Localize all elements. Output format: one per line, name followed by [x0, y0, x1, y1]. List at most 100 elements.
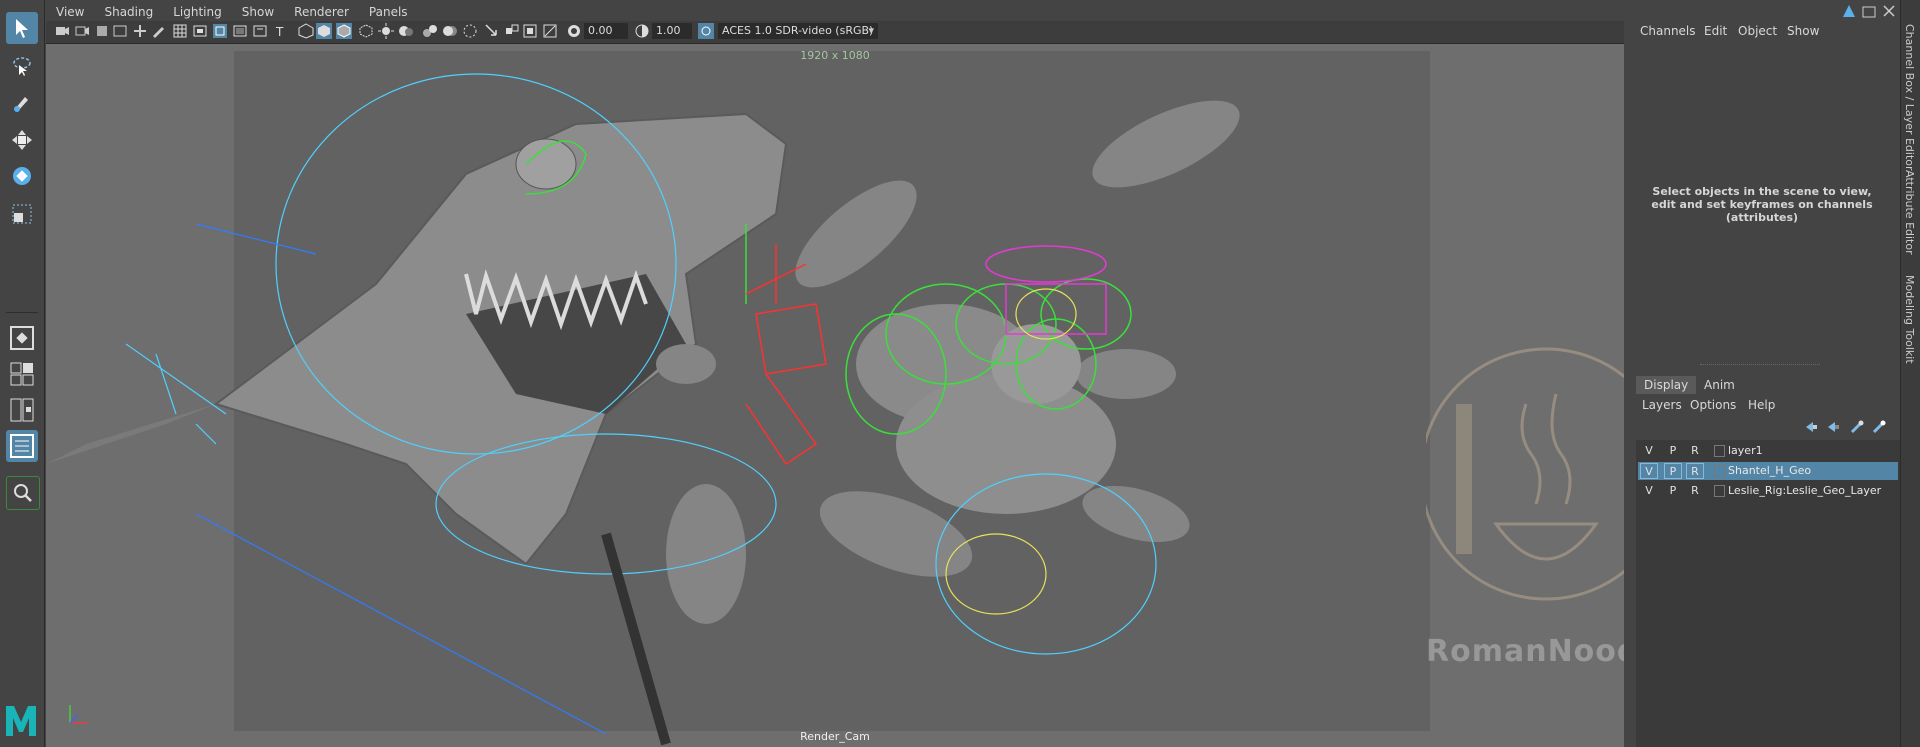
playback-toggle[interactable]: P	[1664, 463, 1682, 479]
grease-pencil-icon[interactable]	[150, 23, 166, 39]
close-icon[interactable]	[1882, 4, 1896, 18]
menu-view[interactable]: View	[46, 5, 94, 19]
motion-blur-icon[interactable]	[442, 23, 458, 39]
playback-toggle[interactable]: P	[1664, 483, 1682, 499]
scene-render	[46, 73, 1240, 746]
reference-toggle[interactable]: R	[1686, 463, 1704, 479]
lights-icon[interactable]	[378, 23, 394, 39]
single-pane-icon[interactable]	[6, 322, 38, 354]
lasso-tool-icon[interactable]	[6, 50, 38, 82]
color-management-icon[interactable]	[698, 23, 714, 39]
wireframe-on-shaded-icon[interactable]	[336, 23, 352, 39]
layer-color-swatch[interactable]	[1714, 485, 1725, 497]
side-tab-strip: Channel Box / Layer Editor Attribute Edi…	[1900, 0, 1920, 747]
toolbox	[0, 0, 45, 747]
channels-menu[interactable]: Channels	[1640, 24, 1696, 38]
anti-aliasing-icon[interactable]	[462, 23, 478, 39]
layer-color-swatch[interactable]	[1714, 445, 1725, 457]
spear-shaft	[601, 532, 671, 746]
camera-attributes-icon[interactable]	[74, 23, 90, 39]
four-pane-icon[interactable]	[6, 358, 38, 390]
tab-anim[interactable]: Anim	[1696, 376, 1743, 394]
layers-menu[interactable]: Layers	[1642, 398, 1682, 412]
menu-lighting[interactable]: Lighting	[163, 5, 232, 19]
float-panel-icon[interactable]	[1862, 4, 1876, 18]
splitter-handle[interactable]	[1700, 364, 1820, 365]
fish-6	[1082, 485, 1190, 543]
bookmark-icon[interactable]	[94, 23, 110, 39]
camera-select-icon[interactable]	[54, 23, 70, 39]
watermark-logo	[1426, 347, 1624, 601]
xray-icon[interactable]	[522, 23, 538, 39]
tab-channel-box-layer-editor[interactable]: Channel Box / Layer Editor	[1903, 24, 1916, 171]
2d-pan-zoom-icon[interactable]	[132, 23, 148, 39]
film-gate-icon[interactable]	[192, 23, 208, 39]
depth-of-field-icon[interactable]	[484, 23, 500, 39]
visibility-toggle[interactable]: V	[1640, 443, 1658, 459]
safe-action-icon[interactable]: T	[274, 23, 290, 39]
fish-7	[656, 344, 716, 384]
fish-3	[666, 484, 746, 624]
layout-icon[interactable]	[1842, 4, 1856, 18]
resolution-gate-icon[interactable]	[212, 23, 228, 39]
tab-display[interactable]: Display	[1636, 376, 1697, 394]
move-layer-down-icon[interactable]	[1826, 420, 1840, 434]
viewport-toolbar: T 0.00 1.00 ACES 1.0 SDR-video (sRGB) ▾	[46, 21, 1624, 44]
rotate-tool-icon[interactable]	[6, 160, 38, 192]
shadows-icon[interactable]	[398, 23, 414, 39]
isolate-select-icon[interactable]	[504, 23, 520, 39]
smooth-shade-icon[interactable]	[316, 23, 332, 39]
color-space-value: ACES 1.0 SDR-video (sRGB)	[722, 24, 874, 37]
menu-show[interactable]: Show	[232, 5, 284, 19]
show-menu[interactable]: Show	[1787, 24, 1819, 38]
axis-gizmo	[69, 705, 88, 724]
layer-color-swatch[interactable]	[1714, 465, 1725, 477]
tab-attribute-editor[interactable]: Attribute Editor	[1903, 170, 1916, 255]
object-menu[interactable]: Object	[1738, 24, 1777, 38]
menu-panels[interactable]: Panels	[359, 5, 418, 19]
shark-eye	[515, 138, 577, 190]
textured-icon[interactable]	[358, 23, 374, 39]
chevron-down-icon: ▾	[868, 24, 874, 37]
xray-joints-icon[interactable]	[542, 23, 558, 39]
paint-select-icon[interactable]	[6, 86, 38, 118]
menu-renderer[interactable]: Renderer	[284, 5, 359, 19]
help-menu[interactable]: Help	[1748, 398, 1775, 412]
gamma-field[interactable]: 1.00	[652, 23, 692, 39]
layer-row[interactable]: V P R layer1	[1638, 442, 1898, 460]
visibility-toggle[interactable]: V	[1640, 483, 1658, 499]
layer-row[interactable]: V P R Shantel_H_Geo	[1638, 462, 1898, 480]
color-space-dropdown[interactable]: ACES 1.0 SDR-video (sRGB) ▾	[718, 23, 878, 39]
exposure-icon[interactable]	[566, 23, 582, 39]
layer-row[interactable]: V P R Leslie_Rig:Leslie_Geo_Layer	[1638, 482, 1898, 500]
wireframe-icon[interactable]	[298, 23, 314, 39]
menu-shading[interactable]: Shading	[94, 5, 163, 19]
edit-menu[interactable]: Edit	[1704, 24, 1727, 38]
reference-toggle[interactable]: R	[1686, 443, 1704, 459]
move-tool-icon[interactable]	[6, 124, 38, 156]
playback-toggle[interactable]: P	[1664, 443, 1682, 459]
new-layer-selected-icon[interactable]	[1872, 420, 1886, 434]
two-pane-icon[interactable]	[6, 394, 38, 426]
options-menu[interactable]: Options	[1690, 398, 1736, 412]
tab-modeling-toolkit[interactable]: Modeling Toolkit	[1903, 275, 1916, 364]
search-icon[interactable]	[6, 476, 40, 510]
image-plane-icon[interactable]	[112, 23, 128, 39]
scale-tool-icon[interactable]	[6, 198, 38, 230]
field-chart-icon[interactable]	[252, 23, 268, 39]
layer-name: layer1	[1728, 444, 1763, 457]
new-empty-layer-icon[interactable]	[1850, 420, 1864, 434]
grid-icon[interactable]	[172, 23, 188, 39]
exposure-field[interactable]: 0.00	[584, 23, 628, 39]
reference-toggle[interactable]: R	[1686, 483, 1704, 499]
select-tool-icon[interactable]	[6, 12, 38, 44]
layer-name: Shantel_H_Geo	[1728, 464, 1812, 477]
svg-text:T: T	[275, 25, 284, 39]
move-layer-up-icon[interactable]	[1804, 420, 1818, 434]
viewport[interactable]: 1920 x 1080 Render_Cam RomanNoodles3D	[46, 44, 1624, 747]
visibility-toggle[interactable]: V	[1640, 463, 1658, 479]
gate-mask-icon[interactable]	[232, 23, 248, 39]
gamma-icon[interactable]	[634, 23, 650, 39]
outliner-pane-icon[interactable]	[6, 430, 38, 462]
ambient-occlusion-icon[interactable]	[422, 23, 438, 39]
